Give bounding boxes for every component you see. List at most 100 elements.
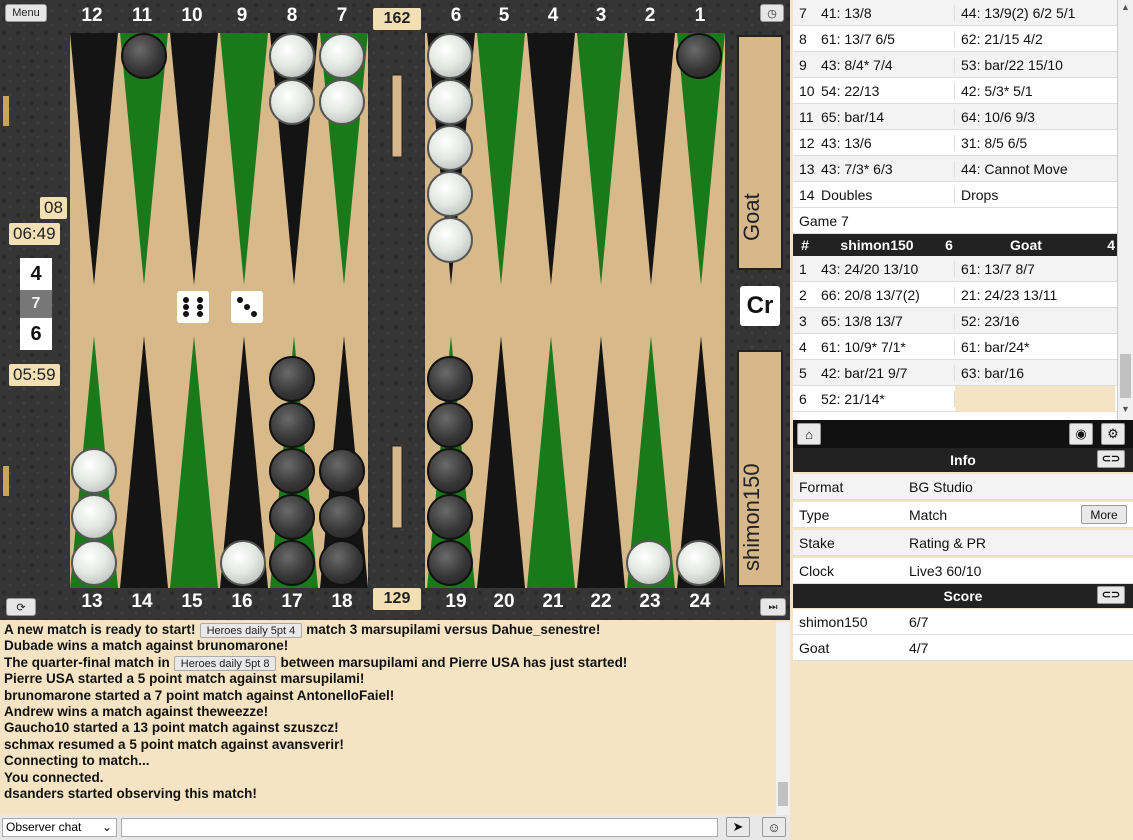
move-player2: 64: 10/6 9/3 bbox=[961, 108, 1035, 125]
white-checker[interactable] bbox=[71, 540, 117, 586]
chat-line: A new match is ready to start! Heroes dai… bbox=[4, 622, 786, 638]
move-player2: 63: bar/16 bbox=[961, 364, 1025, 381]
chat-log[interactable]: A new match is ready to start! Heroes dai… bbox=[0, 620, 790, 815]
history-row[interactable]: 6 52: 21/14* bbox=[793, 385, 1117, 412]
info-toggle-icon[interactable]: ⊂⊃ bbox=[1097, 450, 1125, 468]
move-number: 9 bbox=[799, 56, 807, 73]
history-row[interactable]: 5 42: bar/21 9/7 63: bar/16 bbox=[793, 360, 1117, 386]
history-row[interactable]: 14 Doubles Drops bbox=[793, 182, 1117, 208]
white-checker[interactable] bbox=[71, 494, 117, 540]
history-row[interactable]: 8 61: 13/7 6/5 62: 21/15 4/2 bbox=[793, 26, 1117, 52]
white-checker[interactable] bbox=[427, 125, 473, 171]
white-checker[interactable] bbox=[319, 79, 365, 125]
move-player2: 61: 13/7 8/7 bbox=[961, 260, 1035, 277]
move-number: 10 bbox=[799, 82, 815, 99]
move-player1: 66: 20/8 13/7(2) bbox=[815, 286, 955, 303]
black-checker[interactable] bbox=[427, 494, 473, 540]
history-row[interactable]: 1 43: 24/20 13/10 61: 13/7 8/7 bbox=[793, 256, 1117, 282]
move-player1: 65: bar/14 bbox=[815, 108, 955, 125]
white-checker[interactable] bbox=[71, 448, 117, 494]
white-checker[interactable] bbox=[269, 33, 315, 79]
black-checker[interactable] bbox=[427, 356, 473, 402]
history-row[interactable]: 2 66: 20/8 13/7(2) 21: 24/23 13/11 bbox=[793, 282, 1117, 308]
pip-count-top: 162 bbox=[373, 8, 421, 30]
score-bottom: 6 bbox=[20, 318, 52, 350]
game-label: Game 7 bbox=[799, 212, 849, 229]
white-checker[interactable] bbox=[220, 540, 266, 586]
emoji-icon[interactable]: ☺ bbox=[762, 817, 786, 837]
black-checker[interactable] bbox=[427, 540, 473, 586]
clock-icon[interactable]: ◷ bbox=[760, 4, 784, 22]
history-scrollbar[interactable]: ▲ ▼ bbox=[1117, 0, 1133, 420]
move-number: 14 bbox=[799, 186, 815, 203]
chat-channel-select[interactable]: Observer chat ⌄ bbox=[2, 818, 117, 837]
send-icon[interactable]: ➤ bbox=[726, 817, 750, 837]
white-checker[interactable] bbox=[676, 540, 722, 586]
tray-player-top: Goat bbox=[739, 193, 764, 241]
menu-button[interactable]: Menu bbox=[5, 4, 47, 22]
fast-forward-icon[interactable]: ⏭ bbox=[760, 598, 786, 616]
black-checker[interactable] bbox=[269, 540, 315, 586]
chat-text: dsanders started observing this match! bbox=[4, 785, 257, 801]
black-checker[interactable] bbox=[269, 402, 315, 448]
die-three bbox=[231, 291, 263, 323]
chat-line: Connecting to match... bbox=[4, 753, 786, 769]
chat-line: schmax resumed a 5 point match against a… bbox=[4, 737, 786, 753]
move-number: 1 bbox=[799, 260, 807, 277]
white-checker[interactable] bbox=[427, 79, 473, 125]
black-checker[interactable] bbox=[319, 540, 365, 586]
chat-text: Pierre USA started a 5 point match again… bbox=[4, 671, 365, 687]
more-button[interactable]: More bbox=[1081, 505, 1127, 524]
chat-line: Pierre USA started a 5 point match again… bbox=[4, 671, 786, 687]
timer-top: 06:49 bbox=[9, 223, 60, 245]
white-checker[interactable] bbox=[269, 79, 315, 125]
doubling-cube[interactable]: Cr bbox=[740, 286, 780, 326]
black-checker[interactable] bbox=[121, 33, 167, 79]
white-checker[interactable] bbox=[626, 540, 672, 586]
eye-icon[interactable]: ◉ bbox=[1069, 423, 1093, 445]
white-checker[interactable] bbox=[319, 33, 365, 79]
history-row[interactable]: 13 43: 7/3* 6/3 44: Cannot Move bbox=[793, 156, 1117, 182]
black-checker[interactable] bbox=[319, 448, 365, 494]
chat-text: You connected. bbox=[4, 769, 104, 785]
white-checker[interactable] bbox=[427, 217, 473, 263]
header-score2: 4 bbox=[1107, 237, 1115, 253]
home-icon[interactable]: ⌂ bbox=[797, 423, 821, 445]
black-checker[interactable] bbox=[269, 448, 315, 494]
black-checker[interactable] bbox=[676, 33, 722, 79]
history-row[interactable]: 12 43: 13/6 31: 8/5 6/5 bbox=[793, 130, 1117, 156]
move-player1: 54: 22/13 bbox=[815, 82, 955, 99]
history-row[interactable]: 9 43: 8/4* 7/4 53: bar/22 15/10 bbox=[793, 52, 1117, 78]
point-number-bottom: 21 bbox=[542, 591, 564, 612]
black-checker[interactable] bbox=[319, 494, 365, 540]
move-player1: 61: 10/9* 7/1* bbox=[815, 338, 955, 355]
tournament-button[interactable]: Heroes daily 5pt 8 bbox=[173, 655, 277, 671]
info-row: Stake Rating & PR bbox=[793, 530, 1133, 556]
history-row[interactable]: 10 54: 22/13 42: 5/3* 5/1 bbox=[793, 78, 1117, 104]
score-top: 4 bbox=[20, 258, 52, 290]
history-row[interactable]: 7 41: 13/8 44: 13/9(2) 6/2 5/1 bbox=[793, 0, 1117, 26]
black-checker[interactable] bbox=[269, 494, 315, 540]
header-num: # bbox=[801, 237, 809, 253]
black-checker[interactable] bbox=[427, 448, 473, 494]
black-checker[interactable] bbox=[269, 356, 315, 402]
black-checker[interactable] bbox=[427, 402, 473, 448]
gear-icon[interactable]: ⚙ bbox=[1101, 423, 1125, 445]
chat-line: Gaucho10 started a 13 point match agains… bbox=[4, 720, 786, 736]
history-row[interactable]: 3 65: 13/8 13/7 52: 23/16 bbox=[793, 308, 1117, 334]
tournament-button[interactable]: Heroes daily 5pt 4 bbox=[199, 623, 303, 638]
point-number-top: 9 bbox=[236, 5, 248, 26]
chat-input[interactable] bbox=[121, 818, 718, 837]
move-number: 4 bbox=[799, 338, 807, 355]
chat-scrollbar[interactable] bbox=[776, 622, 790, 815]
white-checker[interactable] bbox=[427, 171, 473, 217]
move-history[interactable]: 7 41: 13/8 44: 13/9(2) 6/2 5/1 8 61: 13/7 6/… bbox=[793, 0, 1117, 420]
refresh-icon[interactable]: ⟳ bbox=[6, 598, 36, 616]
move-player2: 61: bar/24* bbox=[961, 338, 1030, 355]
white-checker[interactable] bbox=[427, 33, 473, 79]
chat-text: Dubade wins a match against brunomarone! bbox=[4, 638, 289, 654]
history-row[interactable]: 4 61: 10/9* 7/1* 61: bar/24* bbox=[793, 334, 1117, 360]
history-row[interactable]: 11 65: bar/14 64: 10/6 9/3 bbox=[793, 104, 1117, 130]
point-number-top: 3 bbox=[595, 5, 607, 26]
score-toggle-icon[interactable]: ⊂⊃ bbox=[1097, 586, 1125, 604]
